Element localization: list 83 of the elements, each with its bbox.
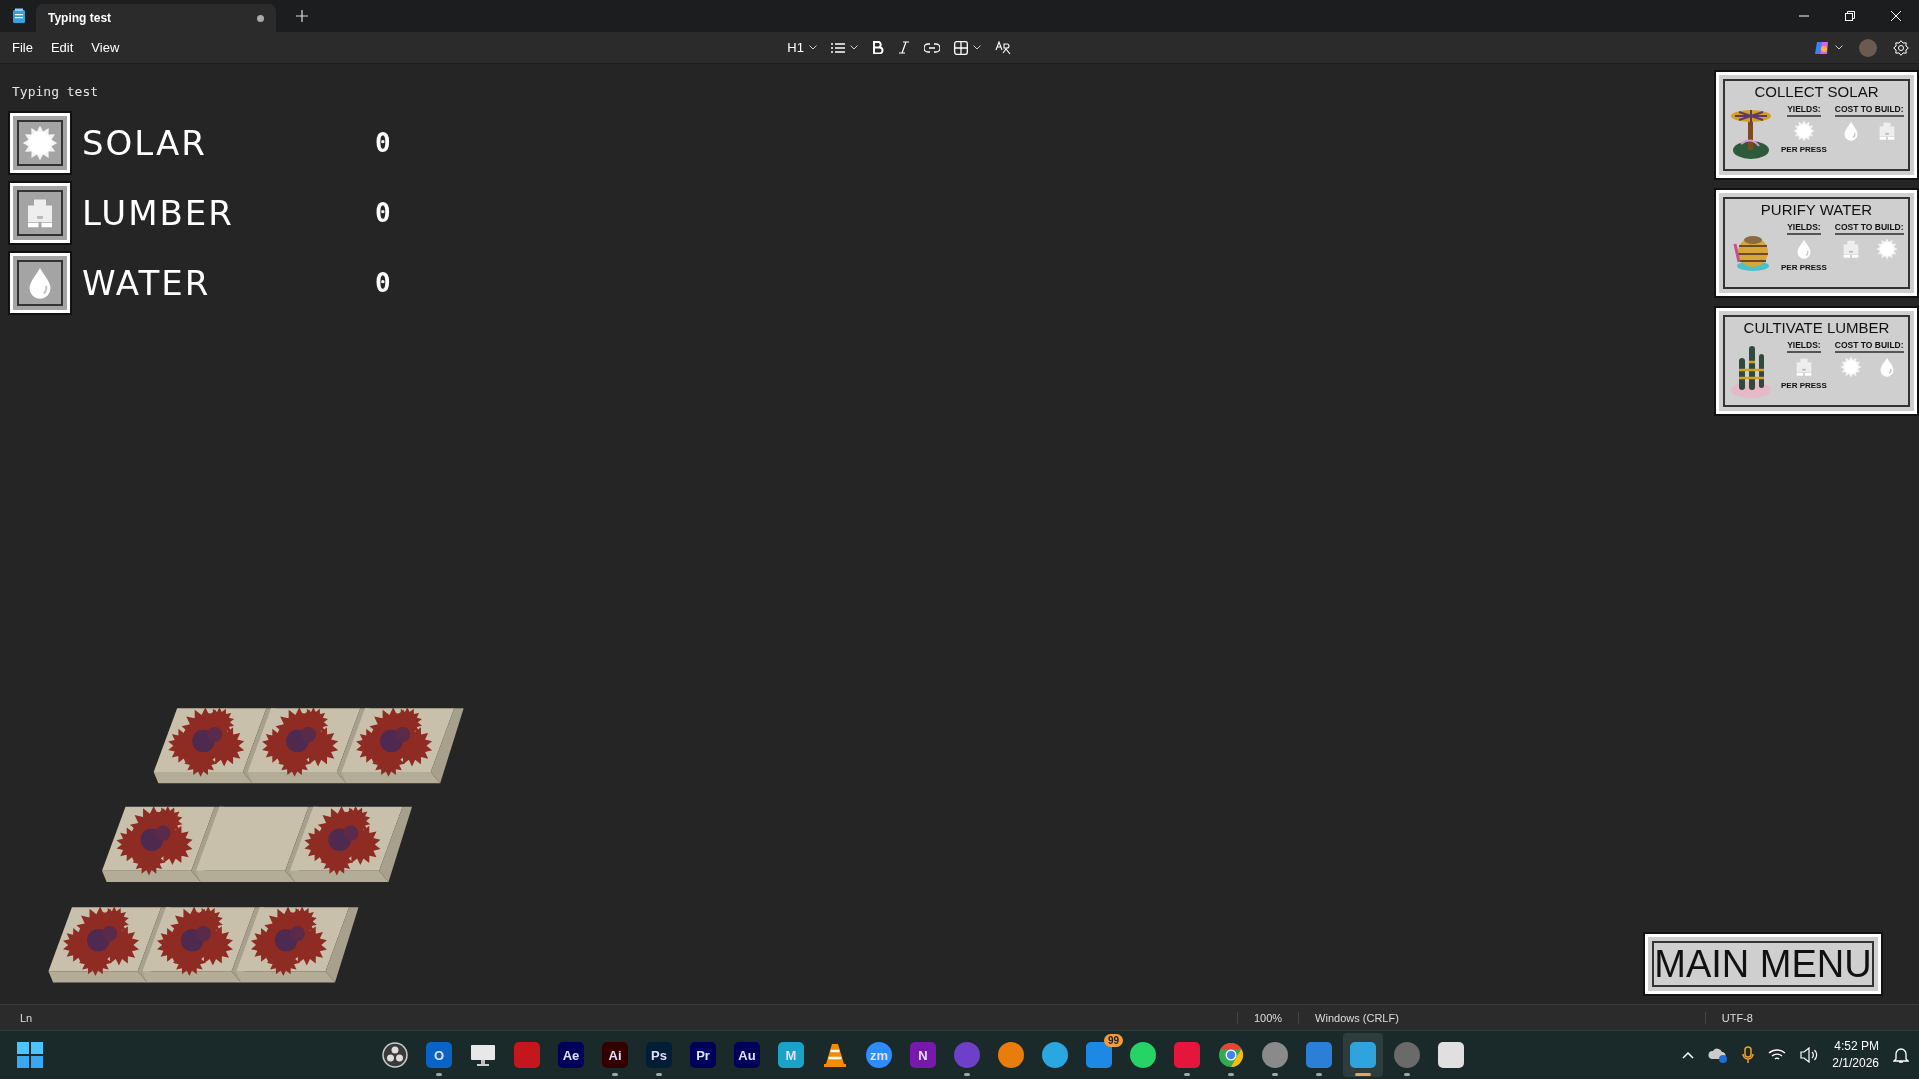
speaker-icon[interactable] [1800, 1047, 1819, 1063]
app-icon[interactable]: O [426, 1042, 452, 1068]
action-card[interactable]: PURIFY WATER YIELDS: PER PRESS COST TO BUILD: [1716, 190, 1917, 296]
ring-app-icon[interactable] [382, 1042, 408, 1068]
app-icon[interactable]: Pr [690, 1042, 716, 1068]
app-icon[interactable]: Ae [558, 1042, 584, 1068]
app-icon[interactable] [1438, 1042, 1464, 1068]
line-ending: Windows (CRLF) [1298, 1011, 1415, 1024]
card-title: CULTIVATE LUMBER [1743, 319, 1890, 336]
cost-label: COST TO BUILD: [1834, 222, 1904, 235]
link-icon[interactable] [923, 42, 940, 53]
document-tab[interactable]: Typing test [36, 4, 276, 32]
bold-icon[interactable] [871, 41, 884, 54]
heading-dropdown[interactable]: H1 [787, 40, 817, 55]
start-button-icon[interactable] [17, 1042, 43, 1068]
app-icon[interactable]: N [910, 1042, 936, 1068]
yields-label: YIELDS: [1787, 104, 1821, 117]
sun-icon [22, 125, 58, 161]
document-text: Typing test [12, 84, 99, 99]
chevron-down-icon [849, 45, 858, 50]
app-icon[interactable] [1086, 1042, 1112, 1068]
bell-icon[interactable] [1893, 1046, 1909, 1064]
chevron-down-icon [808, 45, 817, 50]
resource-count: 0 [374, 129, 392, 157]
action-card[interactable]: CULTIVATE LUMBER YIELDS: PER PRESS COST TO BUILD: [1716, 308, 1917, 414]
menu-item[interactable]: Edit [42, 36, 82, 59]
app-icon[interactable]: Ai [602, 1042, 628, 1068]
card-title: PURIFY WATER [1760, 201, 1873, 218]
clock[interactable]: 4:52 PM 2/1/2026 [1832, 1038, 1879, 1072]
resource-count: 0 [374, 199, 392, 227]
monitor-icon[interactable] [470, 1043, 496, 1067]
resource-name: WATER [82, 263, 212, 303]
app-icon[interactable] [1042, 1042, 1068, 1068]
plus-icon [296, 9, 308, 22]
notepad-icon [12, 8, 26, 24]
settings-icon[interactable] [1893, 39, 1909, 56]
card-title: COLLECT SOLAR [1754, 83, 1879, 100]
cost-label: COST TO BUILD: [1834, 340, 1904, 353]
microphone-icon[interactable] [1742, 1046, 1755, 1064]
restore-icon [1845, 11, 1855, 21]
notification-badge: 99 [1103, 1034, 1123, 1047]
app-icon[interactable]: Ps [646, 1042, 672, 1068]
resource-name: SOLAR [82, 123, 208, 163]
chevron-up-icon[interactable] [1682, 1051, 1695, 1059]
app-icon[interactable]: Au [734, 1042, 760, 1068]
per-press-label: PER PRESS [1781, 381, 1827, 390]
browser-icon[interactable] [1218, 1042, 1244, 1068]
chevron-down-icon [1835, 45, 1843, 50]
table-icon [953, 40, 968, 55]
resource-name: LUMBER [82, 193, 235, 233]
cloud-icon[interactable] [1708, 1047, 1729, 1063]
per-press-label: PER PRESS [1781, 145, 1827, 154]
colorful-logo-icon [1814, 39, 1830, 56]
action-card[interactable]: COLLECT SOLAR YIELDS: PER PRESS COST TO BUILD: [1716, 72, 1917, 178]
date-text: 2/1/2026 [1832, 1055, 1879, 1072]
chevron-down-icon [972, 45, 981, 50]
bullet-list-icon [830, 41, 845, 54]
sun-icon [1792, 120, 1815, 142]
menu-item[interactable]: View [83, 36, 128, 59]
yields-label: YIELDS: [1787, 222, 1821, 235]
encoding: UTF-8 [1704, 1011, 1769, 1024]
spellcheck-icon[interactable] [994, 40, 1011, 55]
sun-icon [1876, 238, 1899, 260]
sun-icon [1840, 356, 1863, 378]
app-icon[interactable] [1130, 1042, 1156, 1068]
cost-label: COST TO BUILD: [1834, 104, 1904, 117]
zoom-level: 100% [1236, 1011, 1299, 1024]
wifi-icon[interactable] [1768, 1048, 1787, 1062]
app-icon[interactable] [1262, 1042, 1288, 1068]
per-press-label: PER PRESS [1781, 263, 1827, 272]
table-dropdown[interactable] [953, 40, 981, 55]
italic-icon[interactable] [897, 41, 910, 54]
cursor-position: Ln [19, 1011, 34, 1024]
close-icon [1891, 11, 1901, 21]
menu-item[interactable]: File [4, 36, 41, 59]
main-menu-button[interactable]: MAIN MENU [1645, 934, 1881, 994]
copilot-dropdown[interactable] [1814, 39, 1843, 56]
list-dropdown[interactable] [830, 41, 858, 54]
time-text: 4:52 PM [1834, 1038, 1879, 1055]
resource-count: 0 [374, 269, 392, 297]
traffic-cone-icon[interactable] [823, 1042, 847, 1068]
yields-label: YIELDS: [1787, 340, 1821, 353]
app-icon[interactable] [998, 1042, 1024, 1068]
